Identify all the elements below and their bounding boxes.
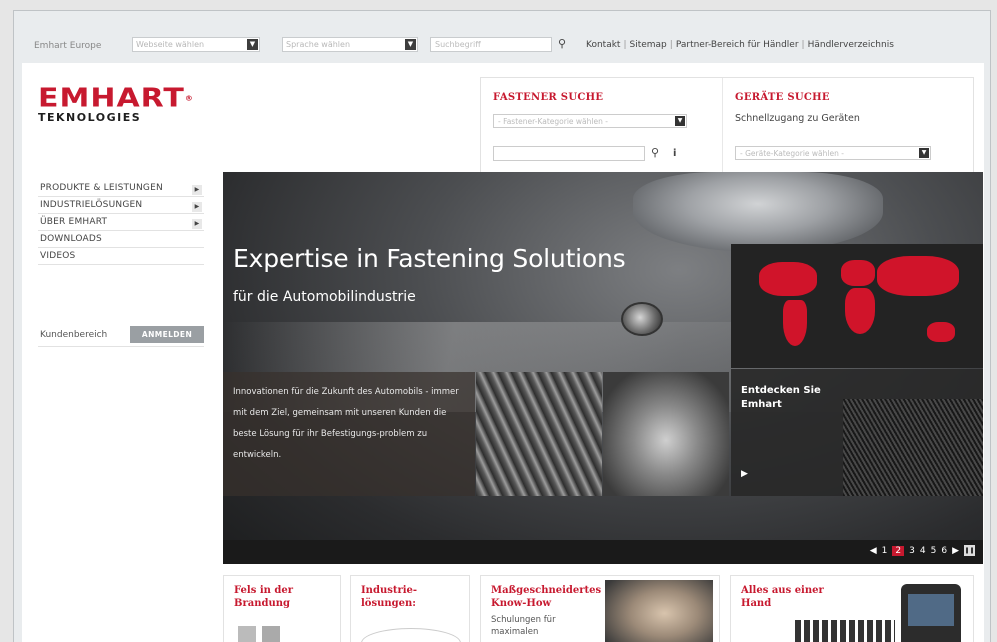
dropdown-arrow-icon: ▼ [405,39,416,50]
nav-item-videos[interactable]: VIDEOS [38,248,204,265]
link-sitemap[interactable]: Sitemap [630,40,667,50]
play-arrow-icon[interactable]: ▶ [741,469,748,479]
hero-tile-fastener[interactable] [603,372,729,496]
fastener-search-input[interactable] [493,146,645,161]
teaser-industrie-image [361,628,461,642]
next-slide-icon[interactable]: ▶ [952,546,959,556]
info-icon[interactable]: i [673,148,676,159]
dropdown-arrow-icon: ▼ [247,39,258,50]
pager-1[interactable]: 1 [882,546,888,556]
teaser-know-how[interactable]: Maßgeschneidertes Know-How Schulungen fü… [480,575,720,642]
link-haendler[interactable]: Händlerverzeichnis [808,40,894,50]
site-search-input[interactable]: Suchbegriff [430,37,552,52]
sidebar-nav: PRODUKTE & LEISTUNGEN ▶ INDUSTRIELÖSUNGE… [38,180,204,265]
teaser-fels-image [238,626,298,642]
emhart-logo[interactable]: EMHART® TEKNOLOGIES [38,86,194,124]
customer-area-label: Kundenbereich [40,330,108,340]
fastener-search-title: FASTENER SUCHE [493,92,604,103]
pager-5[interactable]: 5 [931,546,937,556]
customer-area: Kundenbereich ANMELDEN [38,325,204,347]
teaser-parts-image [795,620,895,642]
geraete-search-subtitle: Schnellzugang zu Geräten [735,113,860,124]
top-bar: Emhart Europe Webseite wählen ▼ Sprache … [14,11,990,63]
teaser-fels[interactable]: Fels in der Brandung [223,575,341,642]
hero-slider[interactable]: Expertise in Fastening Solutions für die… [223,172,983,564]
hero-car-headlight [633,172,883,252]
world-map-image [731,244,983,368]
teaser-alles-aus-einer-hand[interactable]: Alles aus einer Hand [730,575,974,642]
region-label: Emhart Europe [34,41,102,51]
teaser-device-image [901,584,961,642]
chevron-right-icon: ▶ [192,202,202,212]
link-partner[interactable]: Partner-Bereich für Händler [676,40,799,50]
slider-pager: ◀ 1 2 3 4 5 6 ▶ ❚❚ [223,540,983,564]
top-links: Kontakt | Sitemap | Partner-Bereich für Händ… [586,40,894,50]
website-select[interactable]: Webseite wählen ▼ [132,37,260,52]
hero-title: Expertise in Fastening Solutions [233,244,626,273]
hero-blurb: Innovationen für die Zukunft des Automob… [223,372,475,496]
chevron-right-icon: ▶ [192,185,202,195]
pause-icon[interactable]: ❚❚ [964,545,975,556]
page-content: EMHART® TEKNOLOGIES FASTENER SUCHE - Fas… [22,63,984,642]
nav-item-ueber-emhart[interactable]: ÜBER EMHART ▶ [38,214,204,231]
nav-item-downloads[interactable]: DOWNLOADS [38,231,204,248]
hero-subtitle: für die Automobilindustrie [233,289,416,305]
fastener-search: FASTENER SUCHE - Fastener-Kategorie wähl… [481,78,723,172]
teaser-know-how-image [605,580,713,642]
geraete-search-title: GERÄTE SUCHE [735,92,830,103]
hero-car-foglight [621,302,663,336]
pager-6[interactable]: 6 [941,546,947,556]
language-select[interactable]: Sprache wählen ▼ [282,37,418,52]
browser-frame: Emhart Europe Webseite wählen ▼ Sprache … [13,10,991,642]
discover-emhart-label: Entdecken Sie Emhart [741,385,821,410]
pager-2[interactable]: 2 [892,545,905,556]
login-button[interactable]: ANMELDEN [130,326,204,343]
nav-item-industrieloesungen[interactable]: INDUSTRIELÖSUNGEN ▶ [38,197,204,214]
hero-tile-rails[interactable] [476,372,602,496]
product-finder: FASTENER SUCHE - Fastener-Kategorie wähl… [480,77,974,173]
dropdown-arrow-icon: ▼ [919,148,929,158]
chevron-right-icon: ▶ [192,219,202,229]
fastener-category-select[interactable]: - Fastener-Kategorie wählen - ▼ [493,114,687,128]
dropdown-arrow-icon: ▼ [675,116,685,126]
prev-slide-icon[interactable]: ◀ [870,546,877,556]
pager-4[interactable]: 4 [920,546,926,556]
geraete-search: GERÄTE SUCHE Schnellzugang zu Geräten - … [723,78,973,172]
search-icon[interactable]: ⚲ [558,37,566,50]
nav-item-produkte[interactable]: PRODUKTE & LEISTUNGEN ▶ [38,180,204,197]
pager-3[interactable]: 3 [909,546,915,556]
teaser-industrie[interactable]: Industrie-lösungen: [350,575,470,642]
geraete-category-select[interactable]: - Geräte-Kategorie wählen - ▼ [735,146,931,160]
link-kontakt[interactable]: Kontakt [586,40,620,50]
search-icon[interactable]: ⚲ [651,146,659,159]
discover-emhart-tile[interactable]: Entdecken Sie Emhart ▶ [731,369,983,496]
